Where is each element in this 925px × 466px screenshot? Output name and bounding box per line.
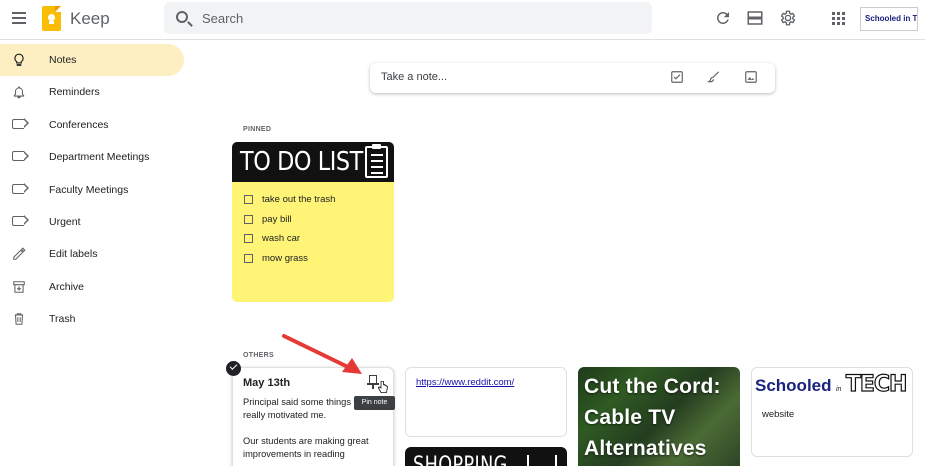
shopping-cart-icon: [527, 455, 557, 466]
sidebar-item-label: Edit labels: [49, 248, 98, 261]
sidebar-item-notes[interactable]: Notes: [0, 44, 184, 77]
checkbox[interactable]: [244, 214, 253, 224]
sidebar-item-label: Faculty Meetings: [49, 183, 129, 196]
pin-note-tooltip: Pin note: [354, 396, 395, 410]
archive-icon: [13, 280, 25, 293]
take-note-composer[interactable]: Take a note...: [370, 63, 775, 93]
cut-the-cord-image-text: Cut the Cord: Cable TV Alternatives: [584, 371, 721, 464]
sidebar-item-label: Department Meetings: [49, 151, 150, 164]
top-bar: Keep Schooled in TECH: [0, 0, 925, 40]
trash-icon: [14, 313, 24, 325]
sidebar-item-edit-labels[interactable]: Edit labels: [0, 238, 190, 270]
lightbulb-icon: [14, 53, 24, 66]
shopping-title: SHOPPING: [413, 453, 508, 466]
logo-word: in: [835, 386, 842, 393]
label-icon: [12, 118, 29, 129]
search-icon[interactable]: [176, 11, 188, 23]
note-paragraph: Our students are making great improvemen…: [243, 436, 369, 459]
bell-icon: [13, 87, 25, 99]
select-note-checkmark-icon[interactable]: [226, 361, 241, 376]
pinned-section-label: PINNED: [243, 126, 272, 133]
todo-title: TO DO LIST: [240, 147, 363, 177]
shopping-note[interactable]: SHOPPING: [405, 447, 567, 466]
schooled-in-tech-logo: Schooled in TECH: [755, 371, 908, 397]
sidebar-item-department-meetings[interactable]: Department Meetings: [0, 141, 190, 173]
sidebar-item-label: Archive: [49, 280, 85, 293]
note-body: website: [762, 409, 795, 420]
app-title: Keep: [70, 9, 110, 28]
refresh-icon[interactable]: [714, 9, 732, 27]
todo-list-note[interactable]: TO DO LIST take out the trash pay bill w…: [232, 142, 394, 302]
sidebar-item-faculty-meetings[interactable]: Faculty Meetings: [0, 174, 190, 206]
search-input[interactable]: [202, 8, 622, 28]
sidebar-item-label: Urgent: [49, 215, 81, 228]
sidebar-item-reminders[interactable]: Reminders: [0, 76, 190, 108]
logo-word: Schooled: [755, 376, 832, 395]
new-drawing-brush-icon[interactable]: [707, 70, 721, 84]
label-icon: [12, 215, 29, 226]
sidebar-item-urgent[interactable]: Urgent: [0, 206, 190, 238]
list-item-text: pay bill: [262, 213, 292, 225]
list-item-text: take out the trash: [262, 194, 336, 205]
sidebar-item-label: Notes: [49, 54, 77, 66]
clipboard-icon: [365, 144, 388, 178]
todo-header-image: TO DO LIST: [232, 142, 394, 182]
list-item-text: mow grass: [262, 253, 308, 265]
checkbox[interactable]: [244, 195, 253, 204]
sidebar-item-label: Reminders: [49, 86, 100, 99]
reddit-link-note[interactable]: https://www.reddit.com/: [405, 367, 567, 437]
hand-cursor-icon: [378, 381, 388, 393]
keep-logo-icon: [42, 6, 61, 31]
schooled-in-tech-note[interactable]: Schooled in TECH website: [751, 367, 913, 457]
annotation-arrow-icon: [282, 334, 362, 374]
sidebar-item-label: Trash: [49, 313, 76, 326]
label-icon: [12, 182, 29, 194]
account-avatar[interactable]: Schooled in TECH: [860, 7, 918, 31]
checkbox[interactable]: [244, 234, 253, 244]
sidebar-item-trash[interactable]: Trash: [0, 303, 190, 335]
checkbox[interactable]: [244, 254, 253, 264]
cable-line: Alternatives: [584, 437, 707, 460]
search-bar[interactable]: [164, 2, 652, 34]
new-image-icon[interactable]: [744, 70, 758, 84]
logo-word: TECH: [845, 371, 908, 397]
cable-line: Cable TV: [584, 406, 676, 429]
google-apps-icon[interactable]: [832, 12, 845, 25]
reddit-link[interactable]: https://www.reddit.com/: [416, 377, 514, 388]
list-view-icon[interactable]: [746, 9, 764, 27]
cable-line: Cut the Cord:: [584, 375, 721, 398]
sidebar: Notes Reminders Conferences Department M…: [0, 40, 190, 332]
sidebar-item-conferences[interactable]: Conferences: [0, 109, 190, 141]
sidebar-item-label: Conferences: [49, 118, 109, 131]
others-section-label: OTHERS: [243, 352, 274, 359]
pencil-icon: [13, 247, 26, 261]
cut-the-cord-note[interactable]: Cut the Cord: Cable TV Alternatives: [578, 367, 740, 466]
new-list-checkbox-icon[interactable]: [670, 70, 684, 84]
main-menu-icon[interactable]: [10, 10, 28, 28]
list-item-text: wash car: [262, 233, 301, 245]
label-icon: [12, 150, 29, 162]
sidebar-item-archive[interactable]: Archive: [0, 271, 190, 303]
take-note-placeholder[interactable]: Take a note...: [381, 71, 447, 83]
settings-gear-icon[interactable]: [779, 9, 797, 27]
